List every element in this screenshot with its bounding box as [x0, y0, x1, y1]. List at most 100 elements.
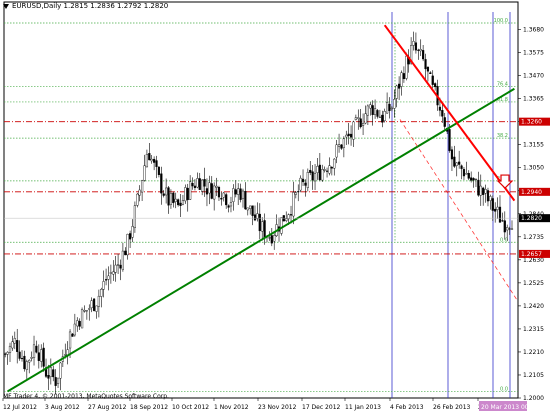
- candle-bear: [35, 345, 38, 353]
- candle-bear: [371, 105, 374, 115]
- trendline[interactable]: [7, 87, 515, 393]
- candle-bull: [465, 173, 468, 175]
- candle-bear: [191, 182, 194, 187]
- candle-bull: [64, 354, 67, 356]
- candle-bear: [153, 158, 156, 163]
- candle-bull: [385, 102, 389, 114]
- candle-bear: [16, 340, 19, 352]
- y-tick-label: 1.2000: [523, 395, 544, 402]
- candle-bull: [246, 207, 249, 211]
- trendline[interactable]: [383, 24, 516, 202]
- open-value: 1.2815: [63, 2, 89, 10]
- high-value: 1.2836: [90, 2, 115, 10]
- candle-bull: [196, 178, 199, 188]
- candle-bear: [297, 191, 300, 193]
- candle-bear: [42, 347, 45, 367]
- candle-bear: [160, 173, 163, 194]
- candle-bull: [337, 144, 341, 147]
- candle-bull: [116, 264, 120, 266]
- candle-bull: [145, 154, 149, 168]
- candle-bear: [270, 235, 273, 244]
- y-tick-label: 1.2315: [523, 326, 544, 333]
- candle-bear: [104, 279, 108, 281]
- candle-bear: [258, 213, 261, 232]
- candle-bear: [330, 166, 333, 169]
- candle-bull: [323, 169, 326, 171]
- candle-bear: [244, 191, 247, 210]
- y-tick-label: 1.2735: [523, 234, 544, 241]
- x-tick-label: 12 Jul 2012: [3, 404, 37, 411]
- price-chart[interactable]: 100.076.461.838.223.60.00.01.36801.35751…: [0, 0, 550, 413]
- candle-bull: [294, 192, 297, 195]
- candle-bear: [167, 187, 170, 206]
- candle-bear: [304, 182, 307, 186]
- x-tick-label: 10 Oct 2012: [172, 404, 209, 411]
- candle-bull: [484, 189, 487, 194]
- candle-bull: [455, 162, 458, 166]
- candle-bull: [143, 165, 146, 181]
- candle-bear: [388, 103, 391, 112]
- candle-bull: [85, 310, 88, 312]
- candle-bear: [398, 83, 401, 89]
- date-highlight-text: 20 Mar 2013 00:00: [481, 404, 538, 411]
- candle-bull: [213, 185, 216, 200]
- candle-bear: [148, 153, 151, 161]
- level-price-tag-text: 1.3260: [521, 119, 542, 126]
- candle-bull: [114, 264, 117, 273]
- candle-bull: [49, 367, 52, 377]
- fib-level-label: 0.0: [500, 237, 508, 243]
- candle-bull: [76, 320, 79, 327]
- candle-bear: [453, 156, 456, 167]
- candle-bull: [25, 361, 28, 370]
- candle-bull: [8, 345, 12, 353]
- chart-menu-arrow-icon[interactable]: [3, 3, 9, 9]
- candle-bear: [78, 320, 81, 327]
- candle-bull: [352, 121, 355, 140]
- candle-bear: [71, 333, 74, 337]
- candle-bull: [131, 226, 134, 238]
- candle-bear: [253, 214, 257, 221]
- candle-bear: [289, 214, 293, 216]
- candle-bear: [486, 190, 490, 202]
- candle-bear: [52, 369, 55, 378]
- candle-bear: [210, 183, 213, 199]
- chart-window[interactable]: 100.076.461.838.223.60.00.01.36801.35751…: [0, 0, 550, 413]
- candle-bear: [119, 264, 122, 269]
- copyright-text: MF Trader 4, © 2001-2013, MetaQuotes Sof…: [3, 393, 169, 400]
- candle-bear: [193, 185, 197, 188]
- candle-bull: [369, 104, 372, 109]
- candle-bear: [431, 75, 434, 85]
- candle-bear: [18, 351, 21, 359]
- candle-bear: [234, 189, 237, 195]
- candle-bull: [97, 295, 100, 307]
- low-value: 1.2792: [117, 2, 142, 10]
- candle-bull: [68, 331, 72, 349]
- candle-bear: [503, 220, 506, 233]
- y-tick-label: 1.2420: [523, 303, 544, 310]
- candle-bull: [40, 349, 43, 362]
- candle-bull: [268, 237, 271, 239]
- candle-bull: [321, 169, 324, 181]
- candle-bull: [100, 289, 103, 297]
- candle-bull: [73, 323, 76, 336]
- candle-bull: [107, 275, 110, 280]
- candle-bull: [306, 172, 309, 188]
- candle-bull: [95, 305, 98, 312]
- candle-bear: [508, 228, 511, 230]
- candle-bull: [412, 41, 415, 46]
- candle-bear: [225, 194, 228, 206]
- y-tick-label: 1.3365: [523, 96, 544, 103]
- candle-bull: [285, 218, 288, 222]
- candle-bull: [201, 179, 204, 192]
- candle-bear: [318, 164, 321, 181]
- candle-bear: [227, 205, 230, 208]
- candle-bear: [203, 179, 206, 187]
- candle-bull: [83, 310, 86, 312]
- candle-bull: [361, 123, 365, 126]
- x-tick-label: 17 Dec 2012: [302, 404, 341, 411]
- candle-bull: [208, 182, 211, 194]
- candle-bear: [448, 129, 451, 151]
- x-tick-label: 26 Feb 2013: [433, 404, 471, 411]
- close-value: 1.2820: [143, 2, 169, 10]
- candle-bear: [424, 59, 427, 70]
